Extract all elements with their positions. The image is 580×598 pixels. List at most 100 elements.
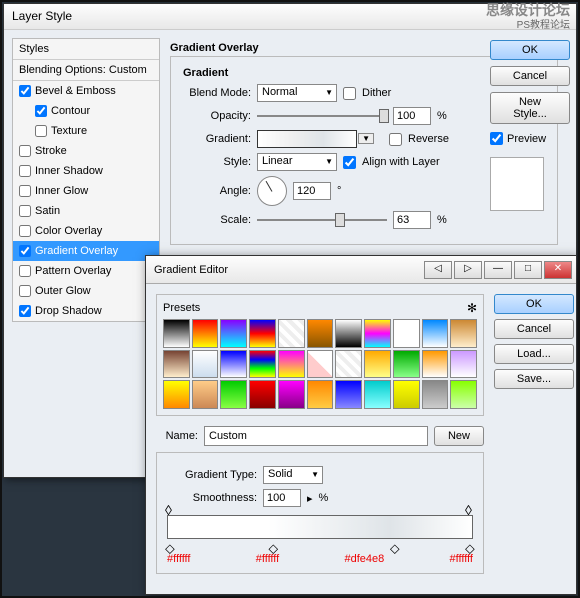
- style-checkbox[interactable]: [19, 165, 31, 177]
- preset-swatch[interactable]: [364, 319, 391, 348]
- style-checkbox[interactable]: [19, 205, 31, 217]
- preset-swatch[interactable]: [163, 319, 190, 348]
- style-item-color-overlay[interactable]: Color Overlay: [13, 221, 159, 241]
- scale-input[interactable]: [393, 211, 431, 229]
- angle-input[interactable]: [293, 182, 331, 200]
- color-stop[interactable]: ⬦: [268, 540, 278, 552]
- preset-swatch[interactable]: [192, 350, 219, 379]
- preset-swatch[interactable]: [163, 350, 190, 379]
- preset-swatch[interactable]: [422, 319, 449, 348]
- smoothness-input[interactable]: [263, 489, 301, 507]
- opacity-stop[interactable]: ◊: [165, 502, 175, 514]
- styles-header[interactable]: Styles: [13, 39, 159, 60]
- preset-swatch[interactable]: [249, 380, 276, 409]
- blend-mode-label: Blend Mode:: [183, 87, 251, 99]
- scale-slider[interactable]: [257, 213, 387, 227]
- style-checkbox[interactable]: [19, 245, 31, 257]
- style-checkbox[interactable]: [19, 85, 31, 97]
- ge-load-button[interactable]: Load...: [494, 344, 574, 364]
- color-stop[interactable]: ⬦: [465, 540, 475, 552]
- new-button[interactable]: New: [434, 426, 484, 446]
- style-item-texture[interactable]: Texture: [13, 121, 159, 141]
- blending-options[interactable]: Blending Options: Custom: [13, 60, 159, 81]
- style-item-gradient-overlay[interactable]: Gradient Overlay: [13, 241, 159, 261]
- style-item-inner-shadow[interactable]: Inner Shadow: [13, 161, 159, 181]
- preset-swatch[interactable]: [422, 380, 449, 409]
- preset-swatch[interactable]: [249, 319, 276, 348]
- preset-swatch[interactable]: [422, 350, 449, 379]
- preset-swatch[interactable]: [335, 350, 362, 379]
- close-button[interactable]: ✕: [544, 261, 572, 279]
- preset-swatch[interactable]: [364, 380, 391, 409]
- style-checkbox[interactable]: [35, 105, 47, 117]
- style-item-satin[interactable]: Satin: [13, 201, 159, 221]
- ge-save-button[interactable]: Save...: [494, 369, 574, 389]
- style-item-outer-glow[interactable]: Outer Glow: [13, 281, 159, 301]
- preset-swatch[interactable]: [393, 350, 420, 379]
- style-checkbox[interactable]: [19, 265, 31, 277]
- style-item-contour[interactable]: Contour: [13, 101, 159, 121]
- style-item-bevel-emboss[interactable]: Bevel & Emboss: [13, 81, 159, 101]
- preset-swatch[interactable]: [335, 319, 362, 348]
- new-style-button[interactable]: New Style...: [490, 92, 570, 124]
- style-checkbox[interactable]: [19, 145, 31, 157]
- style-item-pattern-overlay[interactable]: Pattern Overlay: [13, 261, 159, 281]
- preset-swatch[interactable]: [220, 319, 247, 348]
- preset-swatch[interactable]: [278, 350, 305, 379]
- preset-swatch[interactable]: [307, 350, 334, 379]
- maximize-button[interactable]: □: [514, 261, 542, 279]
- help-left-icon[interactable]: ◁: [424, 261, 452, 279]
- preset-swatch[interactable]: [307, 380, 334, 409]
- preset-swatch[interactable]: [249, 350, 276, 379]
- preset-swatch[interactable]: [163, 380, 190, 409]
- preset-swatch[interactable]: [192, 319, 219, 348]
- name-input[interactable]: [204, 426, 428, 446]
- preset-swatch[interactable]: [220, 350, 247, 379]
- gradient-picker[interactable]: [257, 130, 357, 148]
- preset-swatch[interactable]: [307, 319, 334, 348]
- opacity-stop[interactable]: ◊: [465, 502, 475, 514]
- style-checkbox[interactable]: [19, 305, 31, 317]
- preset-swatch[interactable]: [393, 380, 420, 409]
- preset-swatch[interactable]: [220, 380, 247, 409]
- opacity-input[interactable]: [393, 107, 431, 125]
- preset-swatch[interactable]: [450, 350, 477, 379]
- preset-swatch[interactable]: [450, 319, 477, 348]
- opacity-slider[interactable]: [257, 109, 387, 123]
- dither-checkbox[interactable]: [343, 87, 356, 100]
- style-checkbox[interactable]: [19, 225, 31, 237]
- gradient-type-select[interactable]: Solid: [263, 466, 323, 484]
- preset-swatch[interactable]: [364, 350, 391, 379]
- preset-swatch[interactable]: [393, 319, 420, 348]
- style-item-stroke[interactable]: Stroke: [13, 141, 159, 161]
- minimize-button[interactable]: —: [484, 261, 512, 279]
- style-checkbox[interactable]: [19, 185, 31, 197]
- preset-swatch[interactable]: [278, 380, 305, 409]
- style-select[interactable]: Linear: [257, 153, 337, 171]
- preset-swatch[interactable]: [450, 380, 477, 409]
- style-checkbox[interactable]: [19, 285, 31, 297]
- preset-swatch[interactable]: [278, 319, 305, 348]
- gradient-editor-title: Gradient Editor: [154, 264, 228, 276]
- align-checkbox[interactable]: [343, 156, 356, 169]
- gradient-bar[interactable]: ◊ ◊ ⬦ ⬦ ⬦ ⬦: [167, 515, 473, 539]
- angle-dial[interactable]: [257, 176, 287, 206]
- ge-ok-button[interactable]: OK: [494, 294, 574, 314]
- blend-mode-select[interactable]: Normal: [257, 84, 337, 102]
- smoothness-dropdown-icon[interactable]: ▸: [307, 492, 313, 505]
- ok-button[interactable]: OK: [490, 40, 570, 60]
- style-item-inner-glow[interactable]: Inner Glow: [13, 181, 159, 201]
- color-stop[interactable]: ⬦: [390, 540, 400, 552]
- color-stop[interactable]: ⬦: [165, 540, 175, 552]
- preset-swatch[interactable]: [192, 380, 219, 409]
- style-item-drop-shadow[interactable]: Drop Shadow: [13, 301, 159, 321]
- style-checkbox[interactable]: [35, 125, 47, 137]
- ge-cancel-button[interactable]: Cancel: [494, 319, 574, 339]
- presets-gear-icon[interactable]: ✻: [467, 301, 477, 315]
- help-right-icon[interactable]: ▷: [454, 261, 482, 279]
- preset-swatch[interactable]: [335, 380, 362, 409]
- preview-checkbox[interactable]: [490, 132, 503, 145]
- reverse-checkbox[interactable]: [389, 133, 402, 146]
- style-label: Bevel & Emboss: [35, 85, 116, 97]
- cancel-button[interactable]: Cancel: [490, 66, 570, 86]
